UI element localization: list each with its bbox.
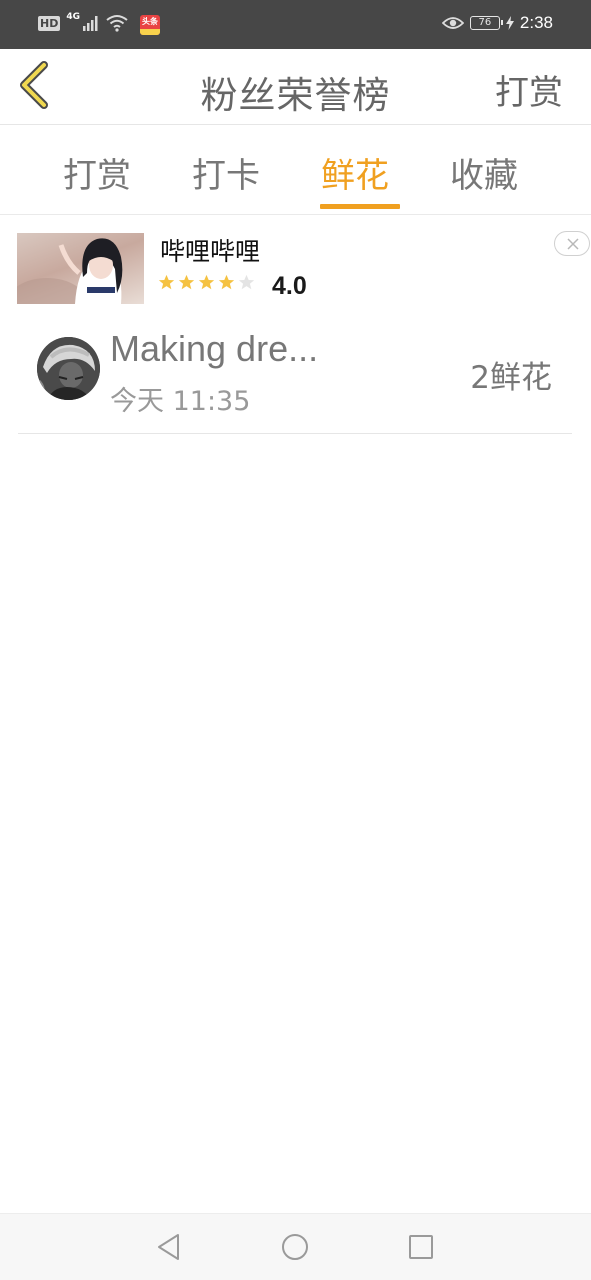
avatar[interactable] bbox=[37, 337, 100, 400]
app-notification-icon: 头条 bbox=[140, 15, 160, 35]
network-type-label: 4G bbox=[66, 12, 80, 22]
ad-title: 哔哩哔哩 bbox=[160, 237, 261, 266]
tab-bar: 打赏 打卡 鲜花 收藏 bbox=[0, 126, 591, 215]
list-item[interactable]: Making dre... 今天 11:35 2鲜花 bbox=[18, 318, 572, 434]
back-triangle-icon bbox=[158, 1234, 179, 1260]
home-circle-icon bbox=[282, 1234, 308, 1260]
status-time: 2:38 bbox=[519, 13, 553, 32]
battery-icon: 76 bbox=[469, 16, 503, 30]
star-filled-icon bbox=[218, 274, 235, 290]
nav-recents-button[interactable] bbox=[406, 1232, 436, 1262]
nav-home-button[interactable] bbox=[280, 1232, 310, 1262]
status-bar: HD 4G 头条 76 2:38 bbox=[0, 0, 591, 49]
close-icon bbox=[567, 238, 579, 250]
nav-back-button[interactable] bbox=[154, 1232, 184, 1262]
title-bar: 粉丝荣誉榜 打赏 bbox=[0, 49, 591, 125]
signal-icon bbox=[83, 16, 98, 31]
tab-reward[interactable]: 打赏 bbox=[63, 148, 131, 214]
status-right-group: 76 2:38 bbox=[441, 13, 553, 33]
system-nav-bar bbox=[0, 1213, 591, 1280]
ad-rating-value: 4.0 bbox=[272, 272, 307, 300]
flower-count: 2鲜花 bbox=[470, 360, 552, 396]
ad-star-rating bbox=[158, 274, 255, 291]
tab-checkin[interactable]: 打卡 bbox=[192, 148, 260, 214]
status-left-group: HD 4G bbox=[38, 12, 128, 32]
star-filled-icon bbox=[178, 274, 195, 290]
reward-button[interactable]: 打赏 bbox=[495, 65, 563, 114]
tab-favorites[interactable]: 收藏 bbox=[450, 148, 518, 214]
star-empty-icon bbox=[238, 274, 255, 290]
star-filled-icon bbox=[198, 274, 215, 290]
wifi-icon bbox=[106, 15, 128, 32]
app-notification-band bbox=[140, 29, 160, 35]
charging-bolt-icon bbox=[505, 16, 514, 30]
active-tab-indicator bbox=[320, 204, 400, 209]
hd-badge-icon: HD bbox=[38, 15, 61, 31]
app-notification-label: 头条 bbox=[142, 17, 158, 26]
timestamp: 今天 11:35 bbox=[110, 386, 251, 417]
user-avatar bbox=[37, 337, 100, 400]
ad-banner[interactable]: 哔哩哔哩 4.0 bbox=[0, 216, 591, 316]
ad-close-button[interactable] bbox=[554, 231, 590, 256]
eye-comfort-icon bbox=[441, 17, 464, 29]
star-filled-icon bbox=[158, 274, 175, 290]
ad-thumbnail bbox=[17, 233, 144, 304]
recents-square-icon bbox=[409, 1235, 433, 1259]
user-name: Making dre... bbox=[110, 328, 319, 369]
ad-thumbnail-art bbox=[17, 238, 123, 304]
